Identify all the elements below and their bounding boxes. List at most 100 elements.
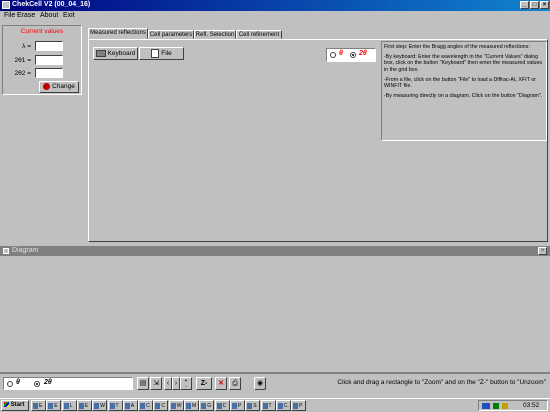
- start-button[interactable]: Start: [1, 400, 29, 411]
- file-button[interactable]: File: [139, 47, 184, 60]
- help-diagram: -By measuring directly on a diagram. Cli…: [384, 93, 543, 100]
- angle-mode-box: θ 2θ: [326, 48, 376, 62]
- two-theta-radio[interactable]: [350, 52, 356, 58]
- theta2-input[interactable]: [35, 68, 63, 78]
- task-label: C.: [283, 403, 289, 409]
- theta-radio[interactable]: [330, 52, 336, 58]
- task-label: P: [299, 403, 303, 409]
- taskbar-task[interactable]: P: [229, 400, 245, 411]
- task-label: G: [207, 403, 212, 409]
- print-icon[interactable]: ⎙: [229, 377, 241, 390]
- measured-reflections-page: Keyboard File θ 2θ First step: Enter the…: [88, 39, 548, 242]
- task-label: E: [39, 403, 43, 409]
- help-panel: First step: Enter the Bragg angles of th…: [381, 41, 547, 141]
- taskbar-task[interactable]: S: [245, 400, 261, 411]
- diagram-icon: [3, 248, 9, 254]
- diagram-canvas[interactable]: [0, 256, 550, 373]
- diagram-theta-radio[interactable]: [7, 381, 13, 387]
- app-icon[interactable]: [2, 1, 10, 9]
- main-window: ChekCell V2 (00_04_16) _ □ × File Erase …: [0, 0, 550, 398]
- open-icon[interactable]: ▤: [137, 377, 149, 390]
- task-label: C: [161, 403, 166, 409]
- taskbar-task[interactable]: L: [61, 400, 77, 411]
- change-button[interactable]: Change: [39, 81, 79, 93]
- task-app-icon: [216, 403, 222, 409]
- task-app-icon: [155, 403, 161, 409]
- menu-about[interactable]: About: [40, 12, 58, 19]
- keyboard-button[interactable]: Keyboard: [93, 47, 138, 60]
- task-label: E: [54, 403, 58, 409]
- scroll-right-icon[interactable]: ›: [172, 377, 180, 390]
- tab-cell-refinement[interactable]: Cell refinement: [236, 30, 282, 39]
- task-label: W: [176, 403, 182, 409]
- task-app-icon: [247, 403, 253, 409]
- task-app-icon: [124, 403, 130, 409]
- taskbar-task[interactable]: C: [214, 400, 230, 411]
- theta-label: θ: [339, 50, 343, 57]
- taskbar-task[interactable]: C.: [275, 400, 291, 411]
- help-step: First step: Enter the Bragg angles of th…: [384, 44, 530, 50]
- diagram-title: Diagram: [12, 247, 39, 254]
- taskbar-task[interactable]: E: [76, 400, 92, 411]
- task-label: T: [115, 403, 119, 409]
- taskbar-task[interactable]: G: [199, 400, 215, 411]
- tab-measured-reflections[interactable]: Measured reflections: [88, 28, 148, 39]
- task-label: S: [253, 403, 257, 409]
- unzoom-button[interactable]: Z-: [196, 377, 212, 390]
- taskbar-task[interactable]: C: [153, 400, 169, 411]
- diagram-two-theta-label: 2θ: [44, 379, 52, 386]
- menu-bar: File Erase About Exit: [0, 11, 550, 21]
- task-label: C: [146, 403, 150, 409]
- tray-app-icon[interactable]: [482, 403, 490, 409]
- file-button-label: File: [161, 50, 172, 57]
- maximize-button[interactable]: □: [530, 1, 539, 9]
- scroll-left-icon[interactable]: ‹: [164, 377, 172, 390]
- keyboard-button-label: Keyboard: [107, 50, 136, 57]
- diagram-close-button[interactable]: ×: [538, 247, 547, 255]
- tab-cell-parameters[interactable]: Cell parameters: [148, 30, 194, 39]
- title-bar[interactable]: ChekCell V2 (00_04_16) _ □ ×: [0, 0, 550, 11]
- menu-file[interactable]: File: [4, 12, 15, 19]
- task-label: E: [84, 403, 89, 409]
- clock: 03:52: [523, 402, 540, 409]
- help-file: -From a file, click on the button "File"…: [384, 76, 536, 90]
- delete-icon[interactable]: ✕: [215, 377, 227, 390]
- taskbar-task[interactable]: C: [138, 400, 154, 411]
- menu-erase[interactable]: Erase: [17, 12, 35, 19]
- diagram-title-bar[interactable]: Diagram ×: [0, 246, 550, 256]
- keyboard-icon: [95, 49, 106, 57]
- diagram-two-theta-radio[interactable]: [34, 381, 40, 387]
- taskbar-task[interactable]: A: [122, 400, 138, 411]
- menu-exit[interactable]: Exit: [63, 12, 75, 19]
- task-label: M: [192, 403, 197, 409]
- taskbar-task[interactable]: W: [168, 400, 184, 411]
- task-app-icon: [262, 403, 268, 409]
- record-icon[interactable]: ◉: [254, 377, 266, 390]
- taskbar-task[interactable]: E: [46, 400, 62, 411]
- taskbar-task[interactable]: T: [107, 400, 123, 411]
- system-tray: 03:52: [478, 400, 548, 411]
- diagram-theta-label: θ: [16, 379, 20, 386]
- tab-refl-selection[interactable]: Refl. Selection: [194, 30, 236, 39]
- minimize-button[interactable]: _: [520, 1, 529, 9]
- taskbar-task[interactable]: E: [31, 400, 46, 411]
- lambda-input[interactable]: [35, 41, 63, 51]
- taskbar-task[interactable]: T: [260, 400, 276, 411]
- theta1-input[interactable]: [35, 55, 63, 65]
- change-button-label: Change: [52, 83, 75, 90]
- scale-icon[interactable]: + -: [180, 377, 192, 390]
- change-icon: [43, 82, 51, 90]
- two-theta-label: 2θ: [359, 50, 367, 57]
- task-app-icon: [109, 403, 115, 409]
- task-app-icon: [94, 403, 100, 409]
- windows-logo-icon: [4, 401, 9, 407]
- taskbar-task[interactable]: P: [291, 400, 307, 411]
- window-title: ChekCell V2 (00_04_16): [12, 1, 91, 8]
- task-label: P: [237, 403, 242, 409]
- close-button[interactable]: ×: [540, 1, 549, 9]
- tray-network-icon[interactable]: [493, 403, 499, 409]
- taskbar-task[interactable]: M: [184, 400, 199, 411]
- pan-icon[interactable]: ⇲: [150, 377, 162, 390]
- taskbar-task[interactable]: W: [92, 400, 108, 411]
- tray-volume-icon[interactable]: [502, 403, 508, 409]
